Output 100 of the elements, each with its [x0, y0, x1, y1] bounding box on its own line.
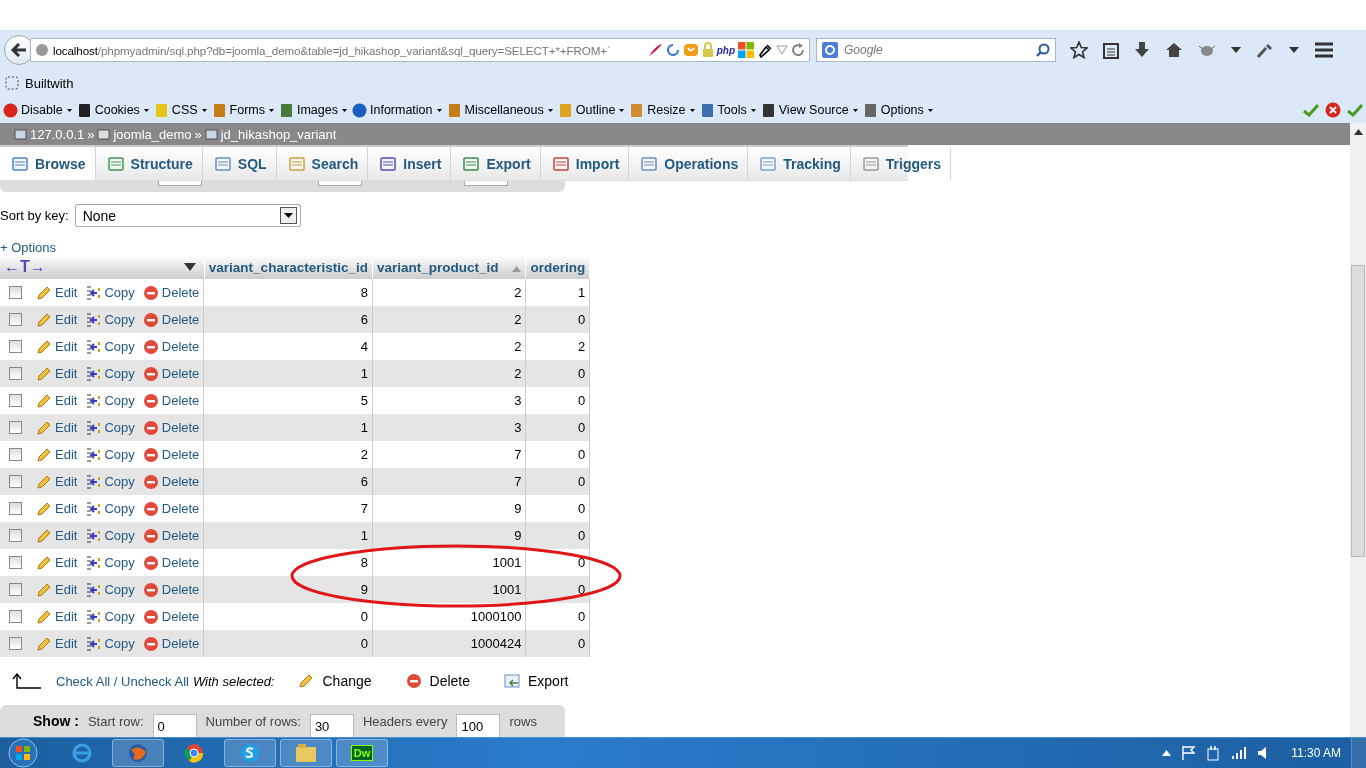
delete-link[interactable]: Delete — [142, 284, 200, 301]
bulk-action-button[interactable]: Delete — [395, 673, 480, 689]
copy-link[interactable]: Copy — [85, 284, 135, 301]
checkmark-icon[interactable] — [1347, 103, 1363, 117]
row-checkbox[interactable] — [9, 340, 22, 353]
taskbar-button[interactable] — [112, 739, 164, 767]
clock[interactable]: 11:30 AM — [1291, 746, 1341, 760]
toolbar-menu[interactable]: Tools — [699, 102, 761, 118]
check-all-link[interactable]: Check All / Uncheck All — [56, 673, 189, 689]
delete-link[interactable]: Delete — [142, 473, 200, 490]
bookmark-item[interactable]: Builtwith — [5, 75, 74, 91]
tab[interactable]: Import — [540, 147, 630, 180]
search-bar[interactable]: Google — [816, 38, 1056, 62]
scrollbar[interactable] — [1350, 123, 1366, 737]
breadcrumb-link[interactable]: jd_hikashop_variant — [220, 126, 337, 142]
copy-link[interactable]: Copy — [85, 635, 135, 652]
copy-link[interactable]: Copy — [85, 446, 135, 463]
eyedropper-icon[interactable] — [1256, 42, 1274, 58]
copy-link[interactable]: Copy — [85, 419, 135, 436]
row-checkbox[interactable] — [9, 448, 22, 461]
download-icon[interactable] — [1134, 41, 1150, 59]
toolbar-menu[interactable]: Disable — [3, 102, 77, 118]
delete-link[interactable]: Delete — [142, 392, 200, 409]
edit-link[interactable]: Edit — [36, 473, 78, 490]
toolbar-menu[interactable]: CSS — [153, 102, 212, 118]
row-checkbox[interactable] — [9, 313, 22, 326]
scroll-up-icon[interactable] — [1353, 129, 1363, 135]
delete-link[interactable]: Delete — [142, 446, 200, 463]
edit-link[interactable]: Edit — [36, 419, 78, 436]
row-checkbox[interactable] — [9, 367, 22, 380]
copy-link[interactable]: Copy — [85, 581, 135, 598]
copy-link[interactable]: Copy — [85, 554, 135, 571]
input-field[interactable]: 100 — [456, 714, 501, 737]
toolbar-menu[interactable]: Resize — [629, 102, 700, 118]
row-checkbox[interactable] — [9, 637, 22, 650]
row-checkbox[interactable] — [9, 556, 22, 569]
column-header[interactable]: ordering — [525, 255, 590, 279]
delete-link[interactable]: Delete — [142, 608, 200, 625]
edit-link[interactable]: Edit — [36, 365, 78, 382]
toolbar-menu[interactable]: Images — [279, 102, 352, 118]
taskbar-button[interactable] — [224, 739, 276, 767]
copy-link[interactable]: Copy — [85, 311, 135, 328]
row-checkbox[interactable] — [9, 502, 22, 515]
toolbar-menu[interactable]: Outline — [557, 102, 630, 118]
edit-link[interactable]: Edit — [36, 554, 78, 571]
search-icon[interactable] — [1036, 43, 1050, 57]
edit-link[interactable]: Edit — [36, 527, 78, 544]
scrollbar-thumb[interactable] — [1351, 265, 1365, 557]
edit-link[interactable]: Edit — [36, 311, 78, 328]
menu-icon[interactable] — [1314, 42, 1334, 58]
edit-link[interactable]: Edit — [36, 284, 78, 301]
power-plug-icon[interactable] — [1207, 745, 1222, 761]
delete-link[interactable]: Delete — [142, 365, 200, 382]
toolbar-menu[interactable]: Information — [352, 102, 447, 118]
reload-icon[interactable] — [791, 43, 805, 57]
edit-link[interactable]: Edit — [36, 500, 78, 517]
tab[interactable]: Export — [451, 147, 541, 180]
toolbar-menu[interactable]: Forms — [211, 102, 279, 118]
tab[interactable]: Triggers — [850, 147, 952, 180]
edit-link[interactable]: Edit — [36, 608, 78, 625]
column-resize-handle[interactable]: ←T→ — [4, 258, 46, 275]
address-bar[interactable]: localhost/phpmyadmin/sql.php?db=joomla_demo&table=jd_hikashop_variant&sql_query=SELECT+*+FROM+` php — [30, 38, 810, 62]
breadcrumb-link[interactable]: 127.0.0.1 — [30, 126, 85, 142]
show-hidden-icon[interactable] — [1162, 750, 1172, 756]
input-field[interactable]: 0 — [152, 714, 197, 737]
input-field[interactable]: 30 — [309, 714, 354, 737]
breadcrumb-link[interactable]: joomla_demo — [113, 126, 192, 142]
delete-link[interactable]: Delete — [142, 527, 200, 544]
row-checkbox[interactable] — [9, 475, 22, 488]
edit-link[interactable]: Edit — [36, 635, 78, 652]
copy-link[interactable]: Copy — [85, 527, 135, 544]
checkmark-icon[interactable] — [1303, 103, 1319, 117]
caret-icon[interactable] — [1231, 47, 1241, 53]
column-header[interactable]: variant_characteristic_id — [204, 255, 373, 279]
sort-dropdown[interactable]: None — [74, 204, 301, 227]
home-icon[interactable] — [1165, 42, 1183, 58]
tab[interactable]: Browse — [0, 147, 96, 180]
tab[interactable]: Tracking — [748, 147, 851, 180]
toolbar-menu[interactable]: Options — [862, 102, 938, 118]
row-checkbox[interactable] — [9, 421, 22, 434]
row-checkbox[interactable] — [9, 286, 22, 299]
row-checkbox[interactable] — [9, 610, 22, 623]
taskbar-button[interactable]: Dw — [336, 739, 388, 767]
delete-link[interactable]: Delete — [142, 311, 200, 328]
dropdown-arrow-icon[interactable] — [183, 263, 196, 271]
copy-link[interactable]: Copy — [85, 392, 135, 409]
delete-link[interactable]: Delete — [142, 500, 200, 517]
edit-link[interactable]: Edit — [36, 338, 78, 355]
edit-link[interactable]: Edit — [36, 392, 78, 409]
delete-link[interactable]: Delete — [142, 581, 200, 598]
tab[interactable]: Insert — [368, 147, 452, 180]
tab[interactable]: SQL — [202, 147, 277, 180]
error-circle-icon[interactable] — [1325, 102, 1341, 118]
caret-icon[interactable] — [1289, 47, 1299, 53]
delete-link[interactable]: Delete — [142, 635, 200, 652]
flag-icon[interactable] — [1181, 745, 1198, 761]
row-checkbox[interactable] — [9, 394, 22, 407]
copy-link[interactable]: Copy — [85, 500, 135, 517]
delete-link[interactable]: Delete — [142, 554, 200, 571]
copy-link[interactable]: Copy — [85, 608, 135, 625]
